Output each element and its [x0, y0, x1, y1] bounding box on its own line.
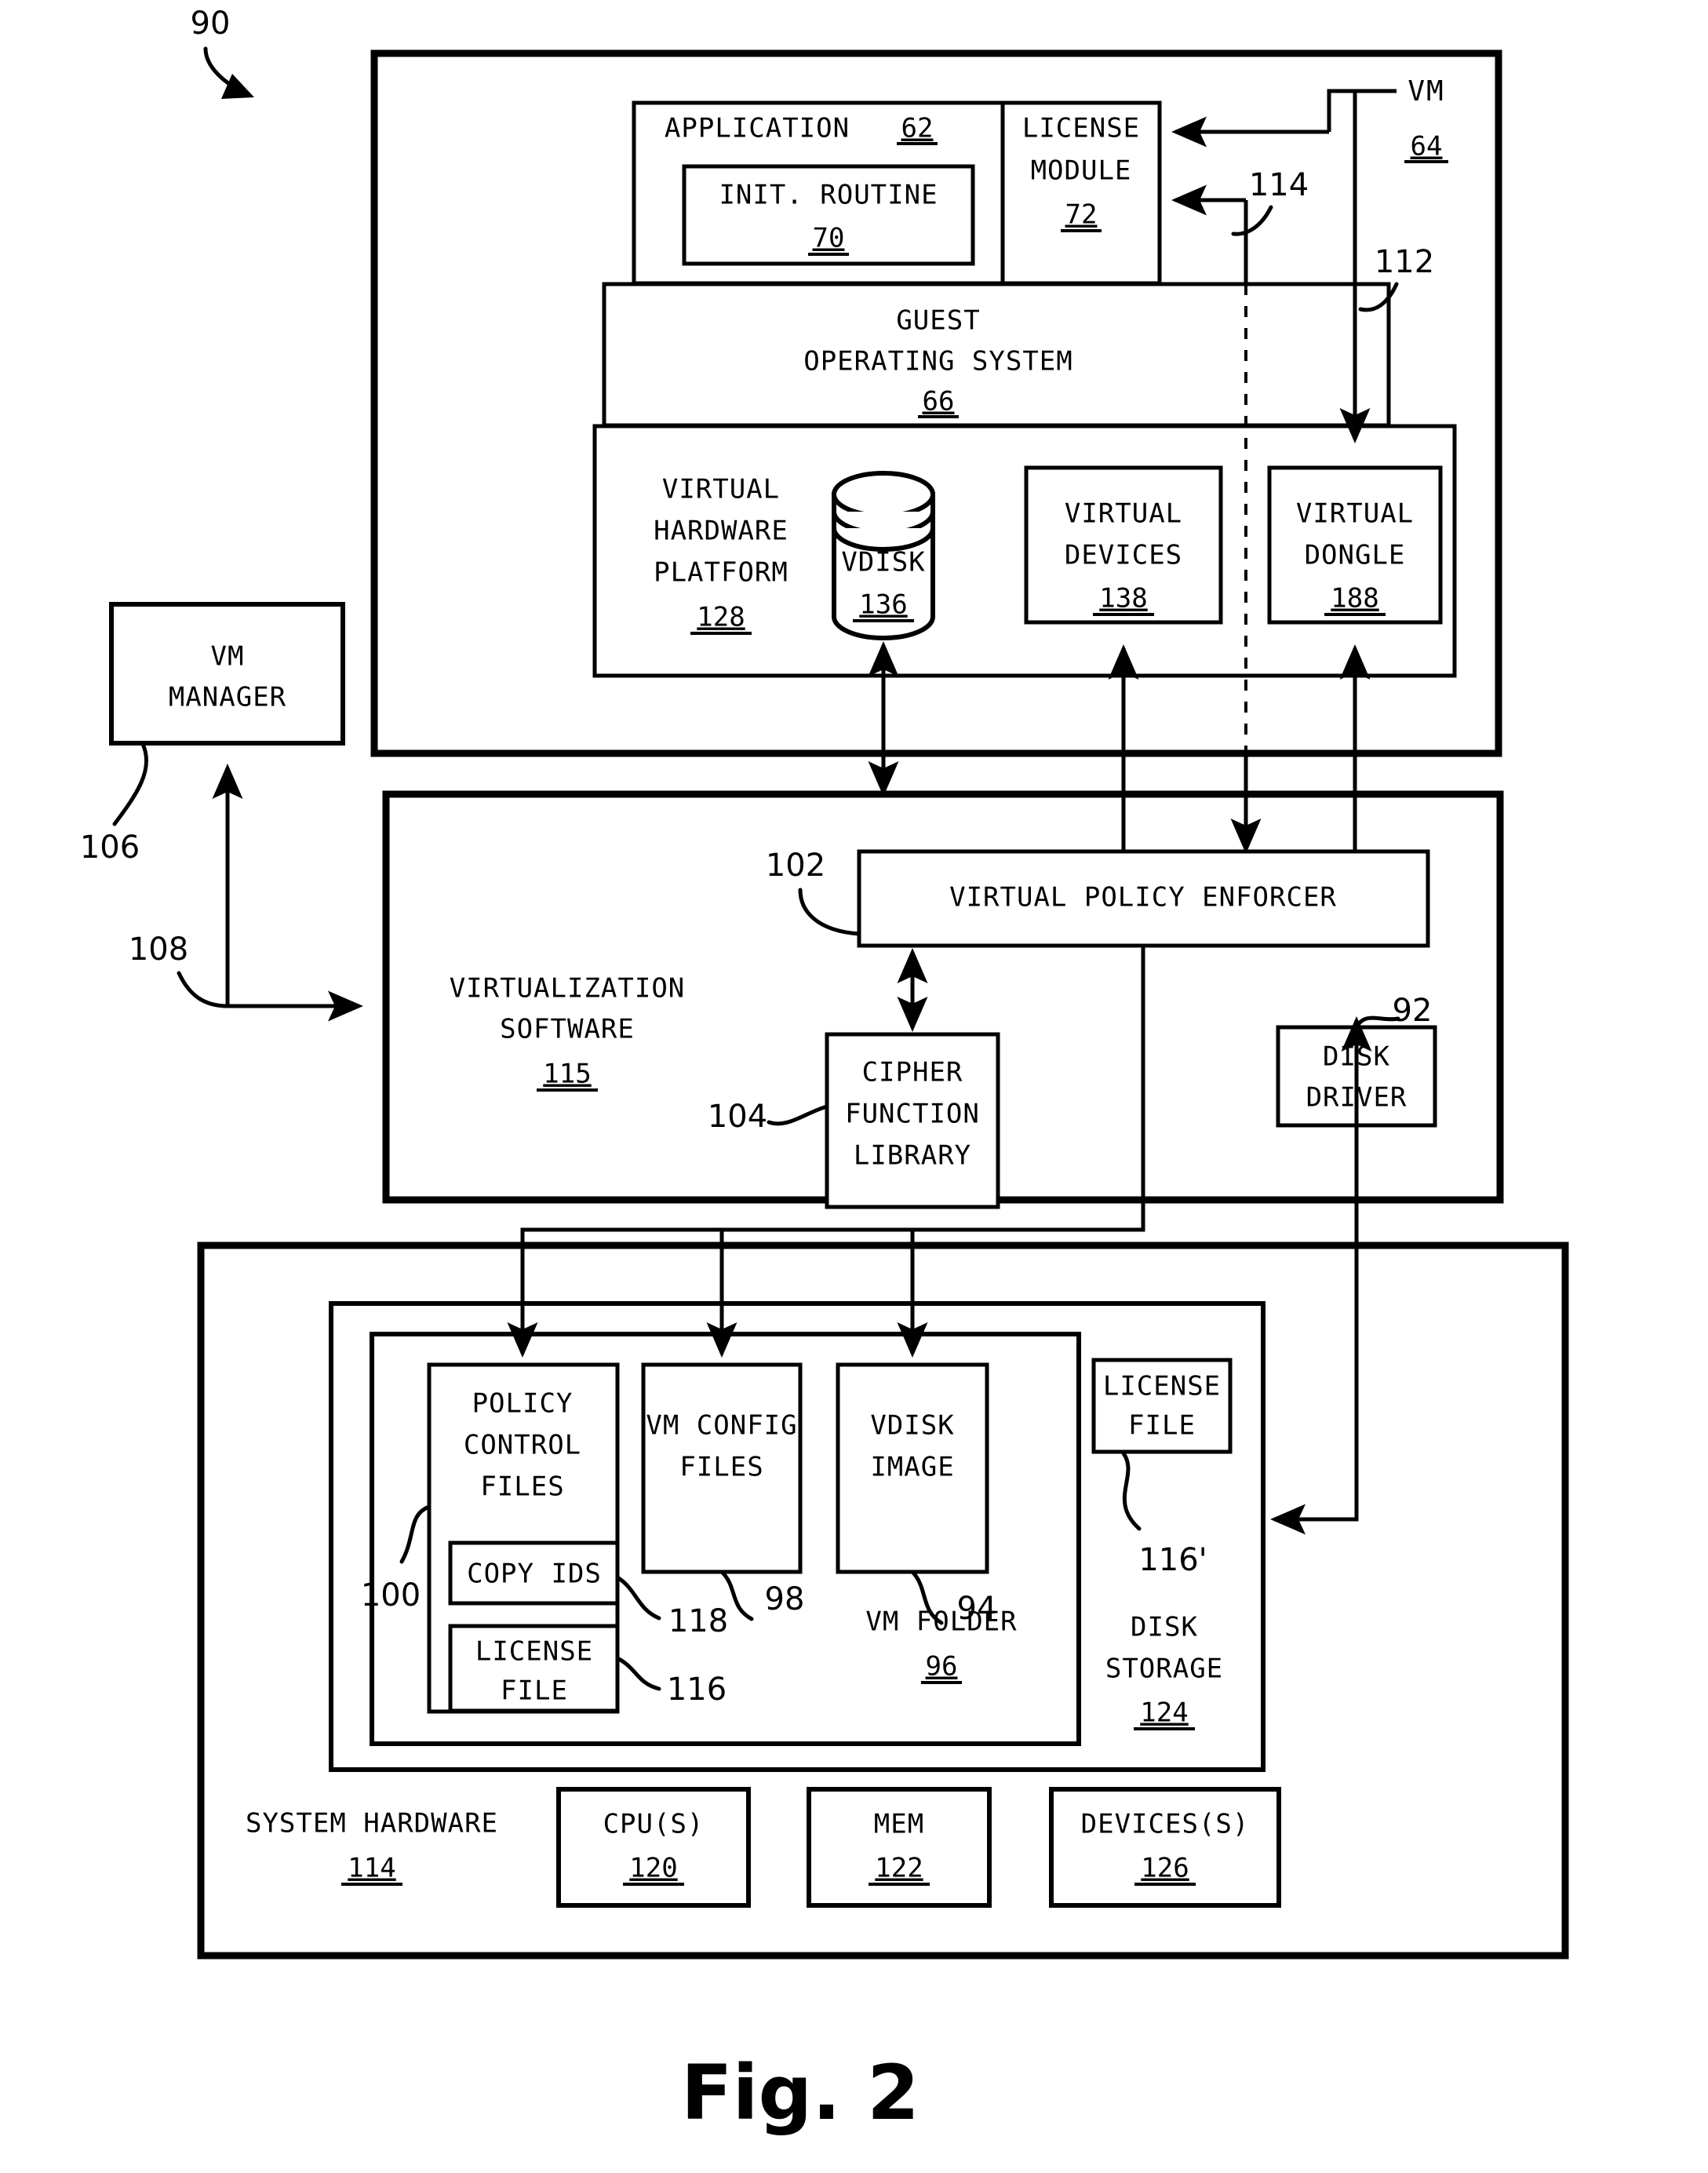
disk-storage-line1: DISK: [1131, 1612, 1198, 1643]
license-module-line2: MODULE: [1031, 155, 1132, 187]
cpus-label: CPU(S): [603, 1809, 705, 1840]
vm-manager-line2: MANAGER: [169, 682, 286, 713]
license-file-ext-line2: FILE: [1128, 1410, 1196, 1442]
vm-folder-ref: 96: [926, 1651, 958, 1683]
arrow-disk-driver-to-disk-storage: [1270, 1125, 1359, 1535]
cpus-box: [556, 1787, 751, 1908]
vm-manager-line1: VM: [211, 641, 245, 673]
vm-config-line2: FILES: [679, 1452, 763, 1483]
vm-manager-box: [109, 602, 345, 746]
virtual-policy-enforcer-label: VIRTUAL POLICY ENFORCER: [949, 882, 1337, 913]
virtualization-software-ref: 115: [543, 1059, 591, 1090]
init-routine-ref: 70: [813, 223, 845, 254]
ref-90-label: 90: [191, 5, 231, 42]
license-file-inner-line1: LICENSE: [475, 1636, 593, 1668]
mem-box: [807, 1787, 992, 1908]
ref-104-label: 104: [708, 1099, 767, 1135]
vdisk-image-line2: IMAGE: [870, 1452, 954, 1483]
figure-root: 90 VM 64 APPLICATION 62 INIT. ROUTINE 70…: [0, 0, 1708, 2173]
vdisk-image-line1: VDISK: [870, 1410, 954, 1442]
license-file-inner-line2: FILE: [501, 1675, 568, 1707]
disk-storage-ref: 124: [1140, 1697, 1188, 1729]
ref-114-label: 114: [1249, 167, 1309, 203]
virtual-devices-ref: 138: [1099, 583, 1147, 614]
ref-98-label: 98: [765, 1581, 805, 1617]
policy-line1: POLICY: [472, 1388, 574, 1420]
vhw-line1: VIRTUAL: [662, 474, 780, 505]
virtual-dongle-ref: 188: [1331, 583, 1378, 614]
license-file-ext-line1: LICENSE: [1103, 1371, 1221, 1402]
guest-os-line2: OPERATING SYSTEM: [803, 346, 1073, 377]
ref-118-label: 118: [668, 1603, 728, 1639]
ref-100-label: 100: [361, 1577, 421, 1613]
vdisk-ref: 136: [859, 589, 907, 621]
ref-106-leader: [112, 742, 148, 826]
virtual-devices-line2: DEVICES: [1065, 540, 1182, 571]
vhw-line2: HARDWARE: [654, 516, 788, 547]
cipher-line3: LIBRARY: [854, 1140, 971, 1172]
ref-102-leader: [798, 888, 861, 936]
figure-caption: Fig. 2: [681, 2049, 920, 2137]
ref-90-arrowhead: [221, 74, 254, 99]
ref-102-label: 102: [766, 848, 825, 884]
system-hardware-ref: 114: [348, 1853, 395, 1884]
copy-ids-label: COPY IDS: [467, 1559, 602, 1590]
ref-112-label: 112: [1375, 244, 1434, 280]
ref-92-label: 92: [1393, 993, 1433, 1029]
ref-104-leader: [767, 1104, 829, 1126]
policy-line3: FILES: [480, 1471, 564, 1503]
application-ref: 62: [901, 113, 934, 144]
vm-title: VM: [1408, 75, 1444, 108]
system-ref-90: 90: [191, 5, 254, 99]
ref-114-leader: [1231, 205, 1273, 236]
virtual-devices-line1: VIRTUAL: [1065, 498, 1182, 530]
ref-106-label: 106: [80, 829, 140, 866]
cipher-line2: FUNCTION: [845, 1099, 980, 1130]
vhw-ref: 128: [697, 602, 745, 633]
disk-storage-line2: STORAGE: [1105, 1653, 1223, 1685]
cpus-ref: 120: [629, 1853, 677, 1884]
virtualization-software-line2: SOFTWARE: [500, 1014, 635, 1045]
ref-94-label: 94: [957, 1591, 997, 1627]
mem-label: MEM: [874, 1809, 924, 1840]
vm-config-line1: VM CONFIG: [646, 1410, 797, 1442]
vm-ref: 64: [1411, 131, 1443, 162]
system-hardware-label: SYSTEM HARDWARE: [246, 1808, 498, 1839]
devices-label: DEVICES(S): [1081, 1809, 1250, 1840]
application-label: APPLICATION: [665, 113, 850, 144]
vdisk-label: VDISK: [841, 547, 925, 578]
guest-os-line1: GUEST: [896, 305, 980, 337]
virtualization-software-line1: VIRTUALIZATION: [450, 973, 686, 1004]
policy-line2: CONTROL: [464, 1430, 581, 1461]
ref-116-label: 116: [667, 1672, 727, 1708]
mem-ref: 122: [875, 1853, 923, 1884]
virtual-dongle-line1: VIRTUAL: [1296, 498, 1414, 530]
devices-box: [1049, 1787, 1281, 1908]
virtual-dongle-line2: DONGLE: [1305, 540, 1406, 571]
guest-os-ref: 66: [923, 386, 955, 417]
ref-108-label: 108: [129, 932, 188, 968]
ref-108-leader: [177, 971, 230, 1008]
license-module-line1: LICENSE: [1022, 113, 1140, 144]
cipher-line1: CIPHER: [862, 1057, 963, 1088]
init-routine-label: INIT. ROUTINE: [719, 180, 938, 211]
ref-116prime-label: 116': [1138, 1542, 1207, 1578]
arrow-to-license-module-upper-tail: [1327, 89, 1397, 132]
license-module-ref: 72: [1065, 199, 1098, 231]
vhw-line3: PLATFORM: [654, 557, 788, 589]
patent-figure-diagram: 90 VM 64 APPLICATION 62 INIT. ROUTINE 70…: [80, 5, 1569, 2137]
devices-ref: 126: [1141, 1853, 1189, 1884]
